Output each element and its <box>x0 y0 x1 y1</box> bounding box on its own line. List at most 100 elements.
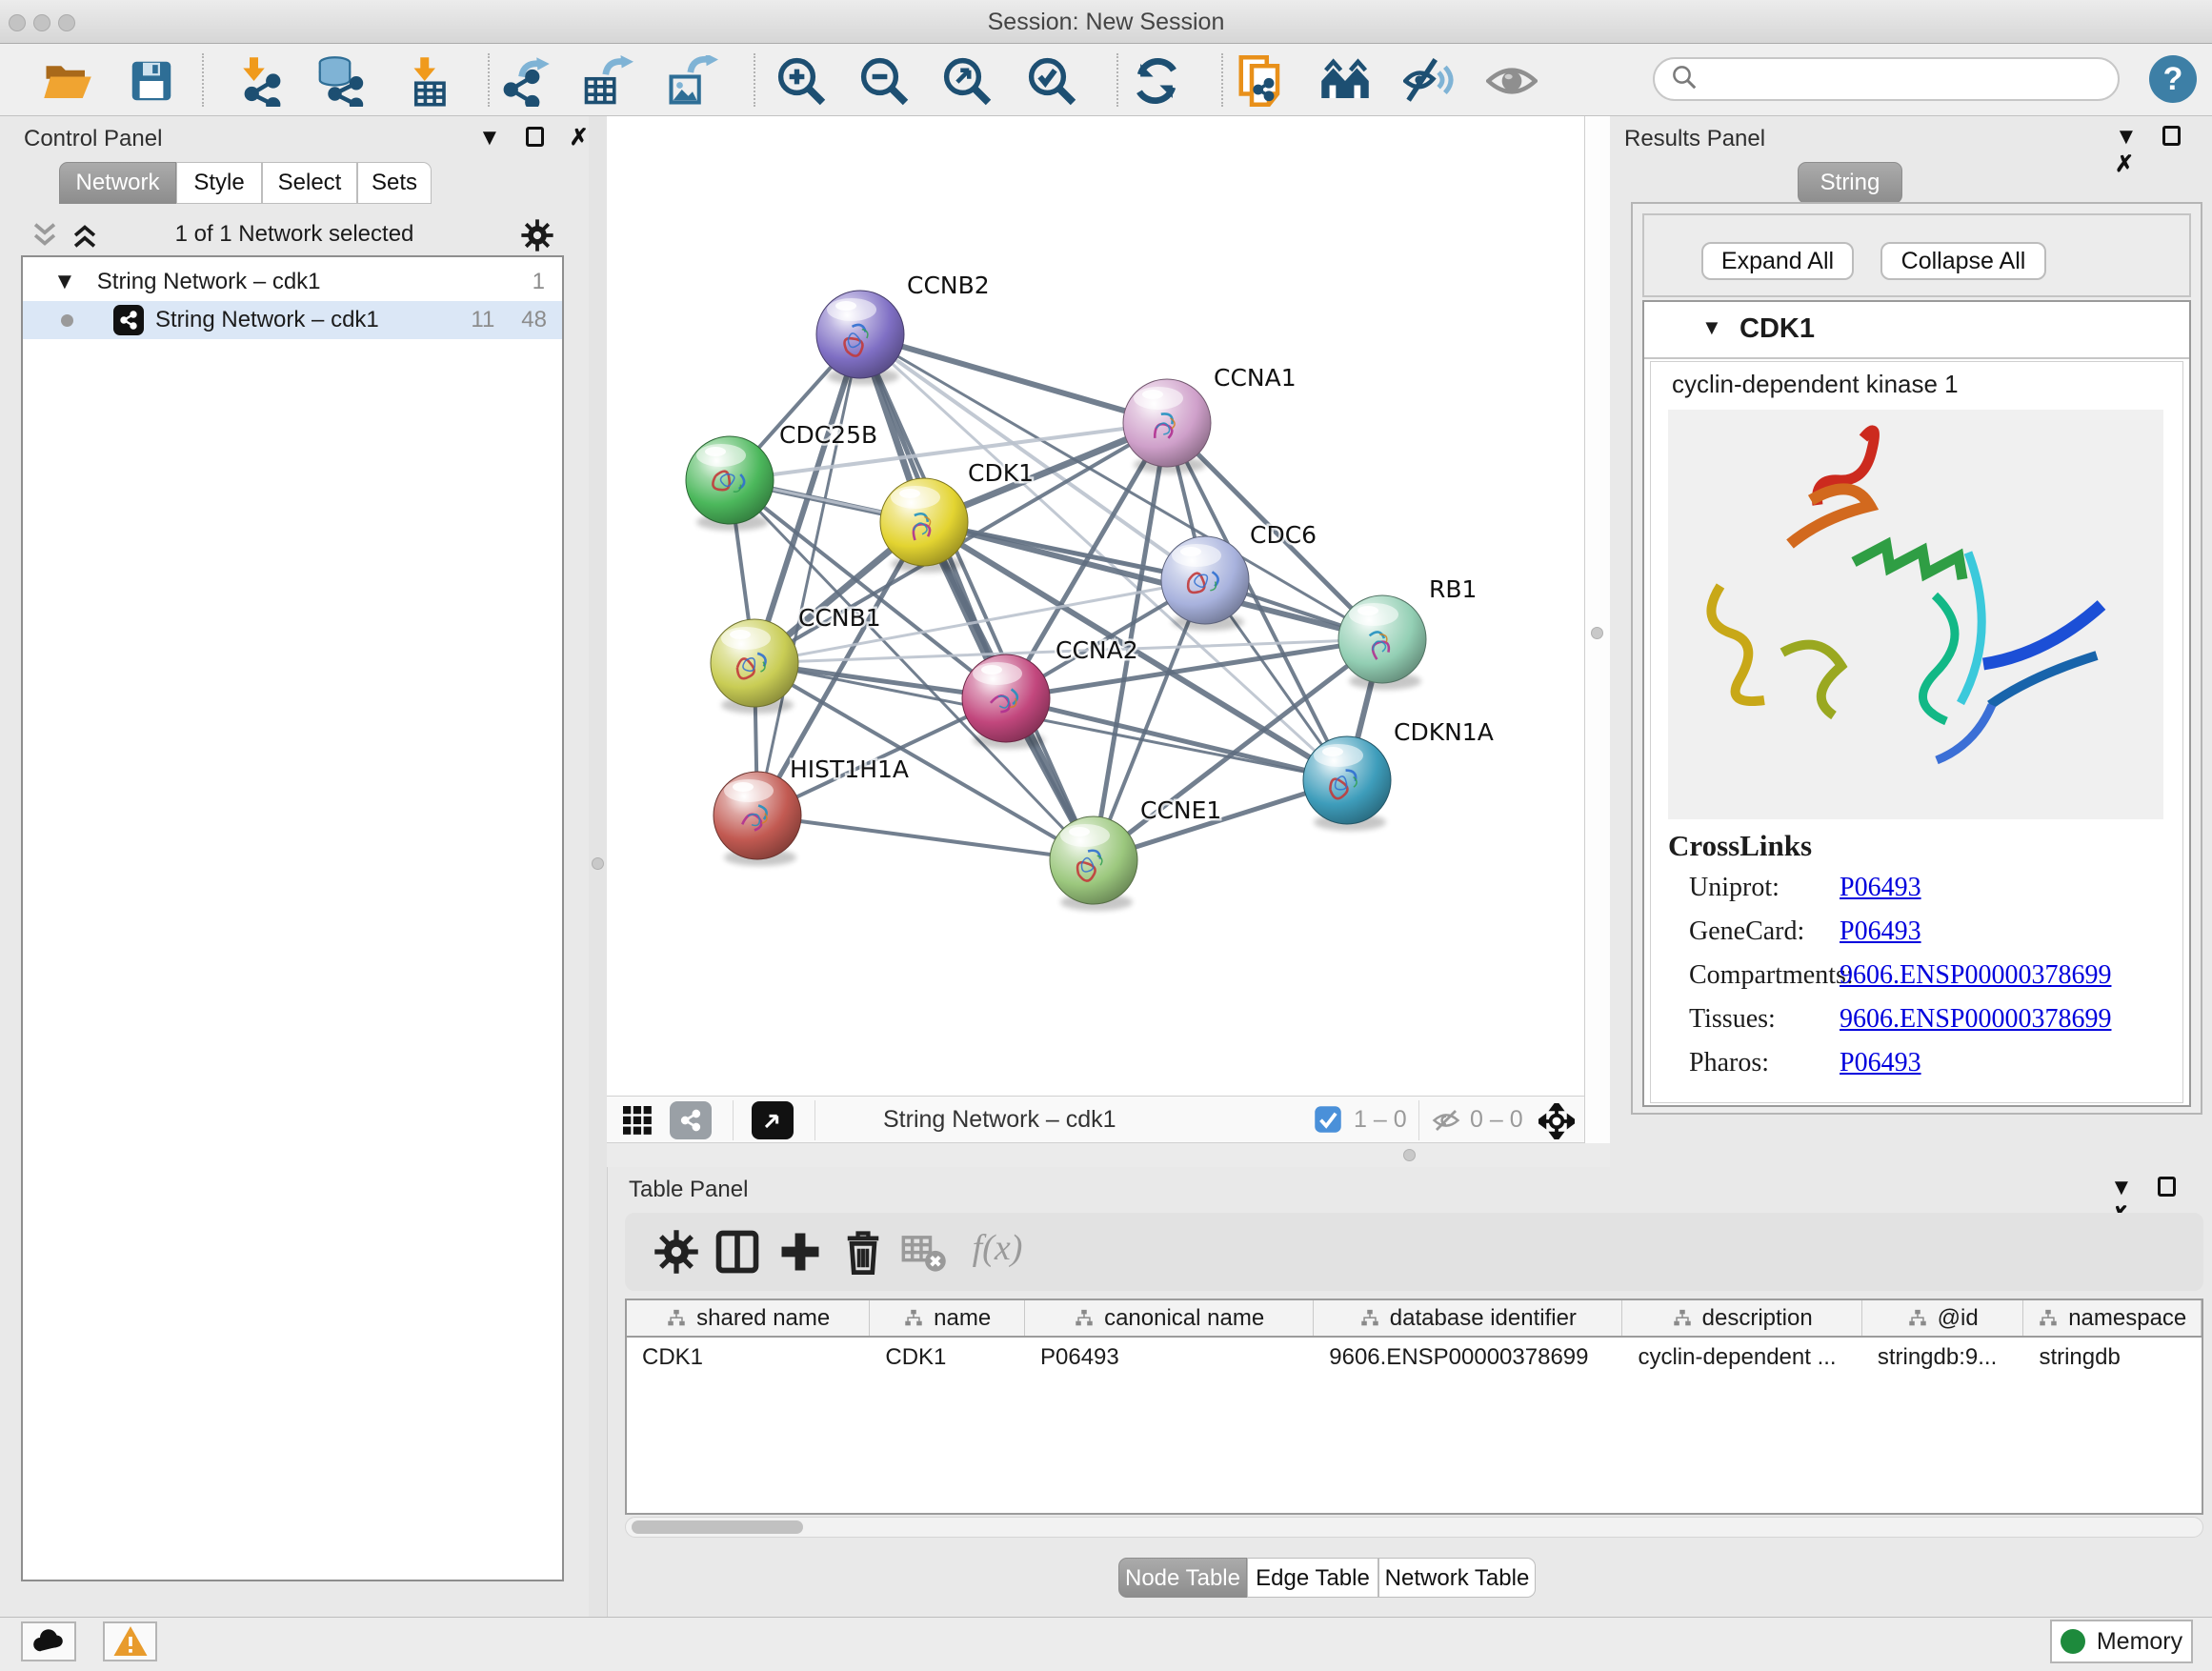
hierarchy-icon <box>1907 1308 1928 1329</box>
zoom-selected-icon[interactable] <box>1026 55 1077 107</box>
string-view-toggle-icon[interactable] <box>670 1101 712 1139</box>
network-options-gear-icon[interactable] <box>519 217 555 258</box>
string-home-icon[interactable] <box>1319 55 1371 107</box>
network-canvas[interactable]: CCNB2CCNA1CDC25BCDK1CDC6RB1CCNB1CCNA2CDK… <box>607 116 1584 1096</box>
selected-checkbox-icon[interactable] <box>1314 1105 1342 1138</box>
add-column-icon[interactable] <box>775 1227 825 1277</box>
network-collection-row[interactable]: ▼ String Network – cdk1 1 <box>23 263 562 301</box>
cell-4[interactable]: cyclin-dependent ... <box>1622 1338 1861 1376</box>
delete-column-trash-icon[interactable] <box>838 1227 888 1277</box>
panel-float-icon[interactable] <box>2162 126 2181 146</box>
crosslink-tissues-link[interactable]: 9606.ENSP00000378699 <box>1840 1004 2111 1035</box>
node-label-CDC25B: CDC25B <box>779 421 877 449</box>
refresh-icon[interactable] <box>1131 55 1182 107</box>
collection-expand-icon[interactable]: ▼ <box>53 269 76 295</box>
expand-all-button[interactable]: Expand All <box>1701 242 1854 280</box>
cell-3[interactable]: 9606.ENSP00000378699 <box>1314 1338 1622 1376</box>
panel-float-icon[interactable] <box>2158 1177 2176 1197</box>
import-table-icon[interactable] <box>401 55 452 107</box>
export-network-icon[interactable] <box>500 55 552 107</box>
clone-network-icon[interactable] <box>1235 55 1286 107</box>
search-field[interactable] <box>1708 66 2118 92</box>
tab-string[interactable]: String <box>1798 162 1902 204</box>
warning-icon[interactable] <box>103 1621 157 1661</box>
results-panel-splitter[interactable] <box>1584 116 1610 1143</box>
pan-crosshair-icon[interactable] <box>1538 1103 1575 1144</box>
panel-collapse-icon[interactable]: ▼ <box>478 125 501 151</box>
zoom-fit-icon[interactable] <box>941 55 993 107</box>
node-CCNB2[interactable]: CCNB2 <box>816 272 990 385</box>
show-columns-icon[interactable] <box>713 1227 762 1277</box>
cell-5[interactable]: stringdb:9... <box>1862 1338 2024 1376</box>
node-CCNE1[interactable]: CCNE1 <box>1050 796 1221 911</box>
edge-HIST1H1A-CCNE1[interactable] <box>757 815 1094 860</box>
table-row[interactable]: CDK1CDK1P064939606.ENSP00000378699cyclin… <box>627 1338 2202 1376</box>
zoom-out-icon[interactable] <box>858 55 910 107</box>
crosslink-pharos-link[interactable]: P06493 <box>1840 1048 1921 1078</box>
tab-style[interactable]: Style <box>176 162 262 204</box>
cloud-icon[interactable] <box>21 1621 76 1661</box>
column-header-databaseidentifier[interactable]: database identifier <box>1314 1300 1622 1336</box>
open-in-browser-icon[interactable] <box>752 1101 794 1139</box>
tab-sets[interactable]: Sets <box>357 162 432 204</box>
tab-network-table[interactable]: Network Table <box>1378 1558 1536 1598</box>
collection-label: String Network – cdk1 <box>97 269 321 295</box>
tab-select[interactable]: Select <box>262 162 357 204</box>
tab-network[interactable]: Network <box>59 162 176 204</box>
cell-2[interactable]: P06493 <box>1025 1338 1314 1376</box>
gene-section-header[interactable]: ▼ CDK1 <box>1644 302 2189 359</box>
zoom-in-icon[interactable] <box>775 55 827 107</box>
table-header-row: shared namenamecanonical namedatabase id… <box>627 1300 2202 1338</box>
edge-CCNB2-CCNA1[interactable] <box>860 334 1167 423</box>
table-settings-gear-icon[interactable] <box>652 1227 701 1277</box>
import-database-icon[interactable] <box>313 55 365 107</box>
crosslink-label: Compartments: <box>1689 960 1840 991</box>
cell-0[interactable]: CDK1 <box>627 1338 870 1376</box>
node-HIST1H1A[interactable]: HIST1H1A <box>714 755 909 866</box>
column-header-namespace[interactable]: namespace <box>2023 1300 2202 1336</box>
crosslink-compartments-link[interactable]: 9606.ENSP00000378699 <box>1840 960 2111 991</box>
collapse-all-button[interactable]: Collapse All <box>1880 242 2046 280</box>
crosslink-label: Uniprot: <box>1689 873 1840 903</box>
export-table-icon[interactable] <box>582 55 633 107</box>
gene-expand-icon[interactable]: ▼ <box>1701 315 1722 340</box>
crosslink-genecard-link[interactable]: P06493 <box>1840 916 1921 947</box>
import-network-icon[interactable] <box>232 55 284 107</box>
node-label-CDKN1A: CDKN1A <box>1394 718 1494 746</box>
birdseye-grid-icon[interactable] <box>620 1103 654 1142</box>
left-panel-splitter[interactable] <box>589 116 607 1617</box>
memory-status-dot <box>2061 1629 2085 1654</box>
panel-close-icon[interactable]: ✗ <box>570 124 589 151</box>
crosslink-uniprot-link[interactable]: P06493 <box>1840 873 1921 903</box>
column-header-canonicalname[interactable]: canonical name <box>1025 1300 1314 1336</box>
panel-close-icon[interactable]: ✗ <box>2115 151 2134 178</box>
search-input[interactable] <box>1653 57 2120 101</box>
table-horizontal-scrollbar[interactable] <box>625 1517 2203 1538</box>
export-image-icon[interactable] <box>667 55 718 107</box>
column-header-sharedname[interactable]: shared name <box>627 1300 870 1336</box>
scrollbar-thumb[interactable] <box>632 1520 803 1534</box>
tab-edge-table[interactable]: Edge Table <box>1247 1558 1378 1598</box>
cell-6[interactable]: stringdb <box>2023 1338 2202 1376</box>
node-CDKN1A[interactable]: CDKN1A <box>1303 718 1494 831</box>
node-CCNA1[interactable]: CCNA1 <box>1123 364 1297 473</box>
column-header-name[interactable]: name <box>870 1300 1025 1336</box>
tab-node-table[interactable]: Node Table <box>1118 1558 1247 1598</box>
node-label-CCNA1: CCNA1 <box>1214 364 1297 392</box>
panel-collapse-icon[interactable]: ▼ <box>2115 124 2138 151</box>
node-RB1[interactable]: RB1 <box>1338 575 1477 690</box>
column-header-id[interactable]: @id <box>1862 1300 2024 1336</box>
node-CDC25B[interactable]: CDC25B <box>686 421 877 531</box>
panel-collapse-icon[interactable]: ▼ <box>2110 1175 2133 1201</box>
memory-button[interactable]: Memory <box>2050 1620 2193 1663</box>
open-file-icon[interactable] <box>42 55 93 107</box>
network-row[interactable]: String Network – cdk1 11 48 <box>23 301 562 339</box>
cell-1[interactable]: CDK1 <box>870 1338 1025 1376</box>
edge-CCNB2-HIST1H1A[interactable] <box>757 334 860 815</box>
hide-glasses-icon[interactable] <box>1403 55 1455 107</box>
panel-float-icon[interactable] <box>526 127 544 147</box>
show-eye-icon[interactable] <box>1486 55 1538 107</box>
help-icon[interactable]: ? <box>2149 55 2197 103</box>
column-header-description[interactable]: description <box>1622 1300 1861 1336</box>
save-session-icon[interactable] <box>126 55 177 107</box>
